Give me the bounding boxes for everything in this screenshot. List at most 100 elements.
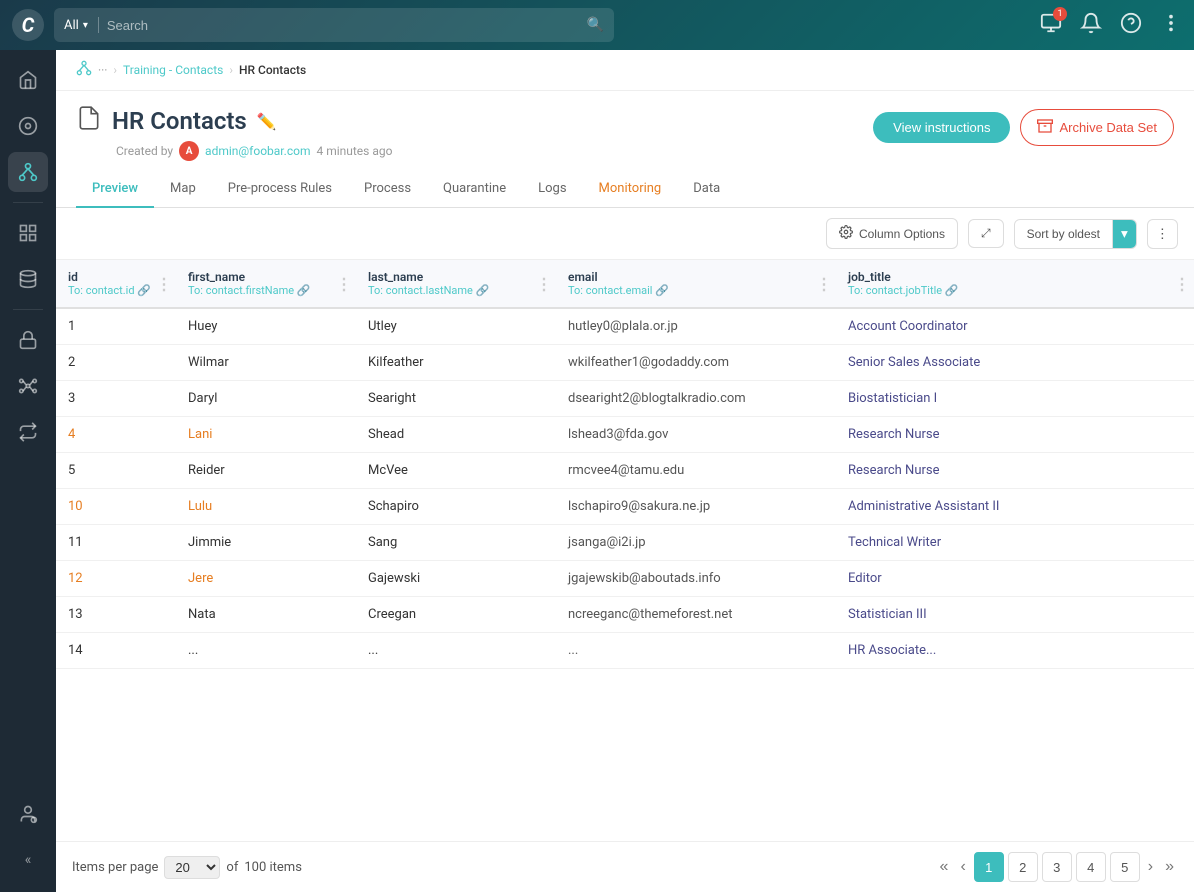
col-jobtitle-link[interactable]: contact.jobTitle	[866, 284, 942, 297]
col-firstname-link[interactable]: contact.firstName	[206, 284, 294, 297]
page-4-button[interactable]: 4	[1076, 852, 1106, 882]
more-menu-icon[interactable]	[1160, 12, 1182, 39]
search-input[interactable]	[107, 18, 587, 33]
breadcrumb-parent-link[interactable]: Training - Contacts	[123, 63, 223, 77]
job-title-value: Senior Sales Associate	[848, 355, 980, 370]
tab-logs[interactable]: Logs	[522, 171, 582, 208]
page-2-button[interactable]: 2	[1008, 852, 1038, 882]
first-name-value[interactable]: Jere	[188, 571, 213, 586]
email-value: ...	[568, 643, 578, 658]
data-table: id To: contact.id 🔗 ⋮ first_name To: con…	[56, 260, 1194, 669]
table-header-row: id To: contact.id 🔗 ⋮ first_name To: con…	[56, 260, 1194, 308]
help-icon[interactable]	[1120, 12, 1142, 39]
view-instructions-button[interactable]: View instructions	[873, 112, 1010, 143]
next-page-button[interactable]: ›	[1144, 854, 1157, 880]
table-body: 1 Huey Utley hutley0@plala.or.jp Account…	[56, 308, 1194, 669]
tab-process[interactable]: Process	[348, 171, 427, 208]
prev-page-button[interactable]: ‹	[956, 854, 969, 880]
cell-job-title: Technical Writer	[836, 525, 1194, 561]
col-drag-fname[interactable]: ⋮	[336, 274, 352, 293]
expand-button[interactable]: ⤢	[968, 219, 1004, 248]
sidebar-item-user-settings[interactable]	[8, 794, 48, 834]
app-logo[interactable]: C	[12, 9, 44, 41]
sidebar-collapse-btn[interactable]: «	[8, 840, 48, 880]
search-icon: 🔍	[587, 17, 604, 33]
col-header-last-name: last_name To: contact.lastName 🔗 ⋮	[356, 260, 556, 308]
tab-quarantine[interactable]: Quarantine	[427, 171, 522, 208]
table-row: 11 Jimmie Sang jsanga@i2i.jp Technical W…	[56, 525, 1194, 561]
cell-job-title: HR Associate...	[836, 633, 1194, 669]
email-value: lshead3@fda.gov	[568, 427, 668, 442]
cell-email: jsanga@i2i.jp	[556, 525, 836, 561]
cell-id: 13	[56, 597, 176, 633]
cell-id: 1	[56, 308, 176, 345]
monitor-icon[interactable]: 1	[1040, 12, 1062, 39]
cell-email: lshead3@fda.gov	[556, 417, 836, 453]
breadcrumb-current: HR Contacts	[239, 63, 306, 77]
first-name-value[interactable]: Lani	[188, 427, 212, 442]
per-page-select[interactable]: 20 50 100	[164, 856, 220, 879]
nav-right: 1	[1040, 12, 1182, 39]
items-per-page-control: Items per page 20 50 100 of 100 items	[72, 856, 302, 879]
sidebar-item-lock[interactable]	[8, 320, 48, 360]
email-value: wkilfeather1@godaddy.com	[568, 355, 729, 370]
sort-dropdown-button[interactable]: ▾	[1112, 220, 1136, 248]
tab-preview[interactable]: Preview	[76, 171, 154, 208]
creator-email[interactable]: admin@foobar.com	[205, 144, 310, 158]
col-drag-lname[interactable]: ⋮	[536, 274, 552, 293]
edit-title-icon[interactable]: ✏️	[257, 112, 277, 131]
archive-dataset-button[interactable]: Archive Data Set	[1020, 109, 1174, 146]
page-3-button[interactable]: 3	[1042, 852, 1072, 882]
col-drag-id[interactable]: ⋮	[156, 274, 172, 293]
sidebar-item-grid[interactable]	[8, 213, 48, 253]
col-drag-jobtitle[interactable]: ⋮	[1174, 274, 1190, 293]
cell-id: 5	[56, 453, 176, 489]
sidebar-item-flow[interactable]	[8, 412, 48, 452]
first-page-button[interactable]: «	[936, 854, 953, 880]
sidebar-item-network[interactable]	[8, 366, 48, 406]
tab-data[interactable]: Data	[677, 171, 736, 208]
tab-monitoring[interactable]: Monitoring	[583, 171, 678, 208]
column-options-button[interactable]: Column Options	[826, 218, 958, 249]
search-type-dropdown[interactable]: All ▾	[64, 17, 99, 33]
id-value: 2	[68, 355, 75, 370]
more-options-button[interactable]: ⋮	[1147, 219, 1178, 249]
sidebar-item-dashboard[interactable]	[8, 106, 48, 146]
col-drag-email[interactable]: ⋮	[816, 274, 832, 293]
page-5-button[interactable]: 5	[1110, 852, 1140, 882]
email-value: jsanga@i2i.jp	[568, 535, 646, 550]
id-value: 1	[68, 319, 75, 334]
id-value: 13	[68, 607, 83, 622]
col-lastname-link[interactable]: contact.lastName	[386, 284, 473, 297]
cell-job-title: Statistician III	[836, 597, 1194, 633]
col-email-link[interactable]: contact.email	[586, 284, 653, 297]
sidebar-item-nodes[interactable]	[8, 152, 48, 192]
id-value[interactable]: 4	[68, 427, 75, 442]
tab-preprocess-rules[interactable]: Pre-process Rules	[212, 171, 348, 208]
cell-first-name: Jere	[176, 561, 356, 597]
sort-button[interactable]: Sort by oldest	[1015, 221, 1112, 247]
bell-icon[interactable]	[1080, 12, 1102, 39]
cell-email: rmcvee4@tamu.edu	[556, 453, 836, 489]
breadcrumb-dots[interactable]: ···	[98, 63, 107, 77]
id-value[interactable]: 12	[68, 571, 83, 586]
created-time: 4 minutes ago	[316, 144, 392, 158]
last-name-value: McVee	[368, 463, 408, 478]
first-name-value[interactable]: Lulu	[188, 499, 212, 514]
email-value: ncreeganc@themeforest.net	[568, 607, 733, 622]
job-title-value: Research Nurse	[848, 463, 940, 478]
tab-map[interactable]: Map	[154, 171, 212, 208]
col-id-link[interactable]: contact.id	[86, 284, 135, 297]
job-title-value: Administrative Assistant II	[848, 499, 999, 514]
items-per-page-label: Items per page	[72, 860, 158, 875]
cell-job-title: Administrative Assistant II	[836, 489, 1194, 525]
page-1-button[interactable]: 1	[974, 852, 1004, 882]
first-name-value: Nata	[188, 607, 216, 622]
table-row: 3 Daryl Searight dsearight2@blogtalkradi…	[56, 381, 1194, 417]
id-value[interactable]: 10	[68, 499, 83, 514]
sidebar-item-home[interactable]	[8, 60, 48, 100]
cell-email: wkilfeather1@godaddy.com	[556, 345, 836, 381]
last-page-button[interactable]: »	[1161, 854, 1178, 880]
sidebar-item-database[interactable]	[8, 259, 48, 299]
cell-last-name: McVee	[356, 453, 556, 489]
